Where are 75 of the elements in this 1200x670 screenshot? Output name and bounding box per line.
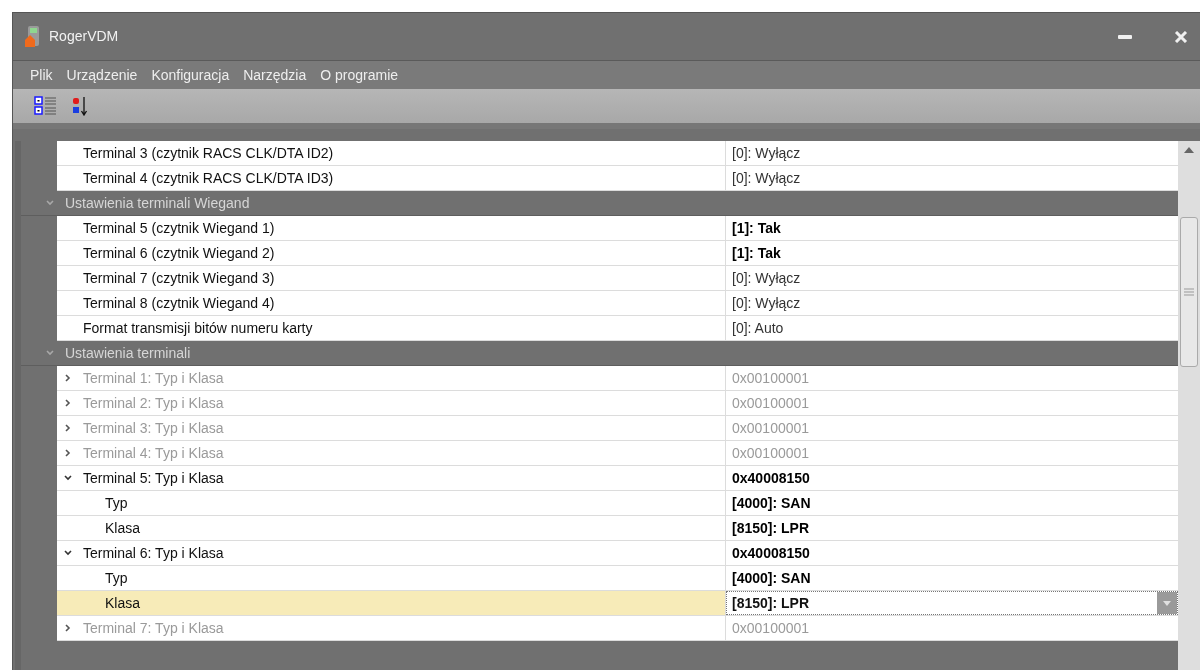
- scrollbar-thumb[interactable]: [1180, 217, 1198, 367]
- property-row[interactable]: Terminal 5 (czytnik Wiegand 1) [1]: Tak: [57, 216, 1178, 241]
- property-row[interactable]: Terminal 7 (czytnik Wiegand 3) [0]: Wyłącz: [57, 266, 1178, 291]
- property-row[interactable]: Klasa [8150]: LPR: [57, 591, 1178, 616]
- property-label: Terminal 6 (czytnik Wiegand 2): [83, 243, 275, 263]
- property-row[interactable]: Typ [4000]: SAN: [57, 566, 1178, 591]
- property-value: [1]: Tak: [732, 218, 781, 238]
- property-row[interactable]: Format transmisji bitów numeru karty [0]: Auto: [57, 316, 1178, 341]
- property-value: [0]: Auto: [732, 318, 784, 338]
- grip-icon: [1184, 288, 1194, 296]
- app-icon: [25, 25, 41, 48]
- minimize-icon[interactable]: [1118, 33, 1132, 40]
- menu-item[interactable]: Konfiguracja: [151, 64, 230, 86]
- property-label: Terminal 4: Typ i Klasa: [83, 443, 224, 463]
- close-icon[interactable]: [1174, 30, 1188, 43]
- property-row[interactable]: Terminal 3 (czytnik RACS CLK/DTA ID2) [0]: Wyłącz: [57, 141, 1178, 166]
- menu-item[interactable]: Plik: [30, 64, 53, 86]
- category-label: Ustawienia terminali: [65, 343, 191, 363]
- property-label: Terminal 8 (czytnik Wiegand 4): [83, 293, 275, 313]
- menu-item[interactable]: Narzędzia: [243, 64, 307, 86]
- dropdown-value: [8150]: LPR: [732, 593, 810, 613]
- property-value: [1]: Tak: [732, 243, 781, 263]
- property-row[interactable]: Terminal 6: Typ i Klasa 0x40008150: [57, 541, 1178, 566]
- property-value: [0]: Wyłącz: [732, 168, 801, 188]
- property-row[interactable]: Klasa [8150]: LPR: [57, 516, 1178, 541]
- property-value: [4000]: SAN: [732, 568, 811, 588]
- property-value: 0x00100001: [732, 393, 810, 413]
- property-label: Terminal 2: Typ i Klasa: [83, 393, 224, 413]
- property-label: Terminal 4 (czytnik RACS CLK/DTA ID3): [83, 168, 334, 188]
- category-label: Ustawienia terminali Wiegand: [65, 193, 250, 213]
- chevron-right-icon[interactable]: [63, 373, 73, 383]
- property-value: 0x00100001: [732, 368, 810, 388]
- chevron-right-icon[interactable]: [63, 448, 73, 458]
- property-label: Klasa: [105, 518, 141, 538]
- value-dropdown[interactable]: [8150]: LPR: [726, 591, 1178, 615]
- property-label: Terminal 7: Typ i Klasa: [83, 618, 224, 638]
- property-label: Terminal 3 (czytnik RACS CLK/DTA ID2): [83, 143, 334, 163]
- property-value: 0x00100001: [732, 618, 810, 638]
- menu-item[interactable]: Urządzenie: [66, 64, 138, 86]
- property-row[interactable]: Terminal 4 (czytnik RACS CLK/DTA ID3) [0]: Wyłącz: [57, 166, 1178, 191]
- chevron-right-icon[interactable]: [63, 423, 73, 433]
- property-label: Typ: [105, 568, 128, 588]
- caret-icon: [1163, 600, 1171, 606]
- property-label: Klasa: [105, 593, 141, 613]
- property-label: Typ: [105, 493, 128, 513]
- property-label: Terminal 6: Typ i Klasa: [83, 543, 224, 563]
- property-label: Terminal 3: Typ i Klasa: [83, 418, 224, 438]
- property-value: [8150]: LPR: [732, 518, 810, 538]
- property-label: Terminal 5: Typ i Klasa: [83, 468, 224, 488]
- property-value: 0x00100001: [732, 443, 810, 463]
- property-label: Format transmisji bitów numeru karty: [83, 318, 313, 338]
- menu-item[interactable]: O programie: [320, 64, 399, 86]
- property-label: Terminal 1: Typ i Klasa: [83, 368, 224, 388]
- property-value: [0]: Wyłącz: [732, 143, 801, 163]
- property-row[interactable]: Terminal 6 (czytnik Wiegand 2) [1]: Tak: [57, 241, 1178, 266]
- chevron-right-icon[interactable]: [63, 398, 73, 408]
- property-value: 0x40008150: [732, 468, 810, 488]
- chevron-down-icon[interactable]: [63, 548, 73, 558]
- scroll-up-icon[interactable]: [1184, 147, 1194, 153]
- categorized-view-icon[interactable]: [34, 96, 58, 116]
- property-value: [0]: Wyłącz: [732, 268, 801, 288]
- chevron-right-icon[interactable]: [63, 623, 73, 633]
- property-row[interactable]: Typ [4000]: SAN: [57, 491, 1178, 516]
- property-label: Terminal 5 (czytnik Wiegand 1): [83, 218, 275, 238]
- property-row[interactable]: Terminal 5: Typ i Klasa 0x40008150: [57, 466, 1178, 491]
- property-value: [4000]: SAN: [732, 493, 811, 513]
- window-title: RogerVDM: [49, 27, 120, 46]
- property-row[interactable]: Terminal 8 (czytnik Wiegand 4) [0]: Wyłącz: [57, 291, 1178, 316]
- property-value: [0]: Wyłącz: [732, 293, 801, 313]
- scrollbar[interactable]: [1178, 141, 1200, 670]
- chevron-down-icon[interactable]: [63, 473, 73, 483]
- property-label: Terminal 7 (czytnik Wiegand 3): [83, 268, 275, 288]
- sort-alphabetical-icon[interactable]: [72, 96, 90, 116]
- property-value: 0x00100001: [732, 418, 810, 438]
- property-value: 0x40008150: [732, 543, 810, 563]
